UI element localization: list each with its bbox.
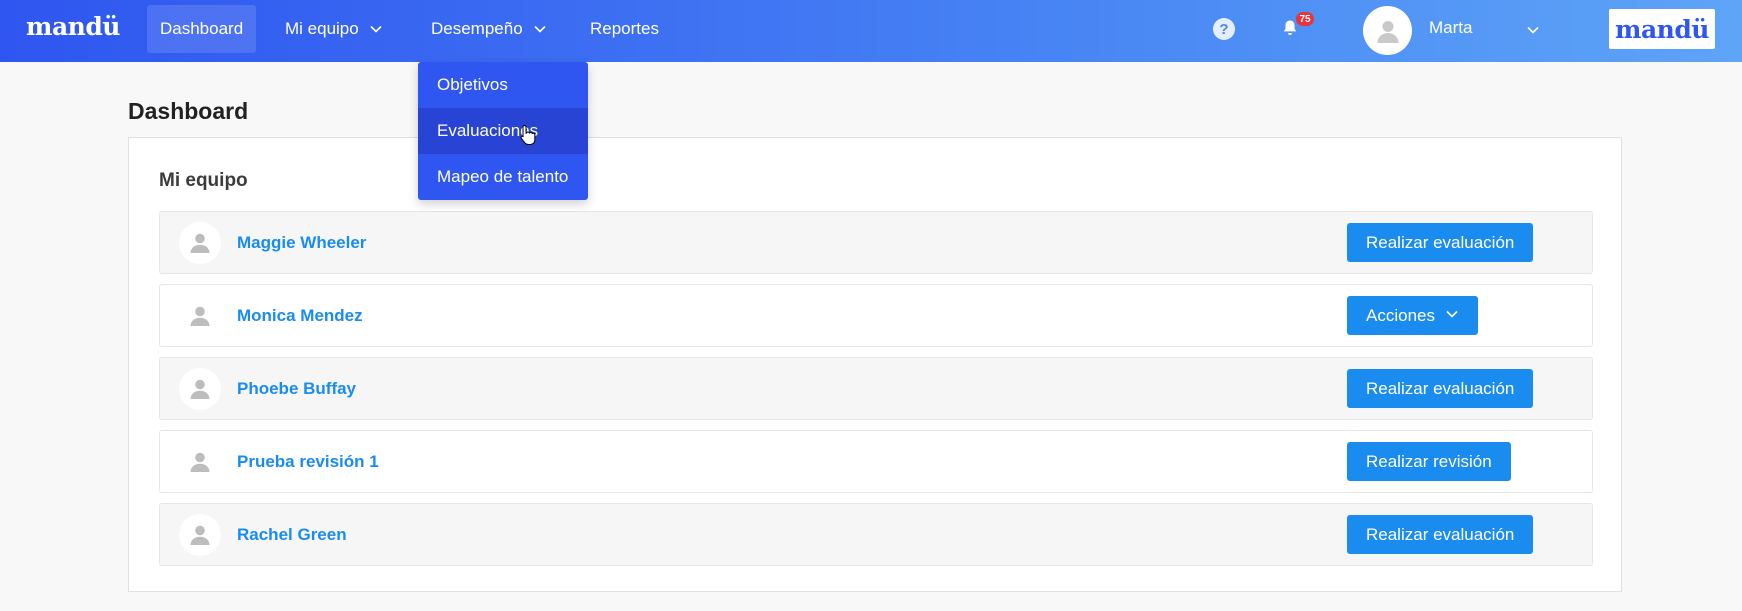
user-avatar-icon bbox=[190, 233, 210, 253]
menu-item-mapeo-de-talento[interactable]: Mapeo de talento bbox=[418, 154, 588, 200]
top-navbar: mandü Dashboard Mi equipo Desempeño Repo… bbox=[0, 0, 1742, 62]
nav-dashboard[interactable]: Dashboard bbox=[147, 5, 257, 53]
member-avatar bbox=[179, 441, 221, 483]
nav-desempeno[interactable]: Desempeño bbox=[418, 5, 560, 53]
acciones-dropdown-button[interactable]: Acciones bbox=[1347, 296, 1478, 335]
team-member-row: Rachel Green Realizar evaluación bbox=[159, 503, 1593, 566]
team-member-row: Phoebe Buffay Realizar evaluación bbox=[159, 357, 1593, 420]
panel-title: Mi equipo bbox=[159, 170, 248, 191]
user-avatar[interactable] bbox=[1363, 6, 1412, 55]
nav-desempeno-label: Desempeño bbox=[431, 19, 523, 38]
button-label: Realizar evaluación bbox=[1366, 378, 1515, 398]
member-avatar bbox=[179, 222, 221, 264]
realizar-evaluacion-button[interactable]: Realizar evaluación bbox=[1347, 515, 1534, 554]
chevron-down-icon[interactable] bbox=[1526, 23, 1540, 42]
member-name-link[interactable]: Rachel Green bbox=[237, 525, 347, 545]
chevron-down-icon bbox=[1445, 306, 1459, 326]
member-avatar bbox=[179, 514, 221, 556]
help-icon[interactable]: ? bbox=[1213, 18, 1235, 40]
team-member-row: Monica Mendez Acciones bbox=[159, 284, 1593, 347]
chevron-down-icon bbox=[369, 22, 383, 36]
realizar-revision-button[interactable]: Realizar revisión bbox=[1347, 442, 1511, 481]
menu-item-objetivos[interactable]: Objetivos bbox=[418, 62, 588, 108]
nav-dashboard-label: Dashboard bbox=[160, 19, 244, 38]
realizar-evaluacion-button[interactable]: Realizar evaluación bbox=[1347, 223, 1534, 262]
team-member-row: Maggie Wheeler Realizar evaluación bbox=[159, 211, 1593, 274]
nav-reportes-label: Reportes bbox=[590, 19, 659, 38]
notifications-button[interactable]: 75 bbox=[1280, 12, 1320, 44]
notification-count-badge: 75 bbox=[1296, 12, 1314, 26]
user-avatar-icon bbox=[190, 379, 210, 399]
member-name-link[interactable]: Monica Mendez bbox=[237, 306, 363, 326]
button-label: Realizar evaluación bbox=[1366, 524, 1515, 544]
desempeno-dropdown-menu: Objetivos Evaluaciones Mapeo de talento bbox=[418, 62, 588, 200]
user-avatar-icon bbox=[190, 525, 210, 545]
user-avatar-icon bbox=[190, 306, 210, 326]
user-name[interactable]: Marta bbox=[1429, 18, 1472, 38]
nav-reportes[interactable]: Reportes bbox=[577, 5, 672, 53]
team-member-row: Prueba revisión 1 Realizar revisión bbox=[159, 430, 1593, 493]
member-name-link[interactable]: Phoebe Buffay bbox=[237, 379, 356, 399]
button-label: Acciones bbox=[1366, 305, 1435, 325]
member-name-link[interactable]: Maggie Wheeler bbox=[237, 233, 366, 253]
button-label: Realizar evaluación bbox=[1366, 232, 1515, 252]
menu-item-evaluaciones[interactable]: Evaluaciones bbox=[418, 108, 588, 154]
nav-mi-equipo-label: Mi equipo bbox=[285, 19, 359, 38]
brand-logo[interactable]: mandü bbox=[26, 12, 120, 41]
realizar-evaluacion-button[interactable]: Realizar evaluación bbox=[1347, 369, 1534, 408]
member-avatar bbox=[179, 368, 221, 410]
nav-mi-equipo[interactable]: Mi equipo bbox=[272, 5, 396, 53]
user-avatar-icon bbox=[190, 452, 210, 472]
member-avatar bbox=[179, 295, 221, 337]
page-title: Dashboard bbox=[128, 98, 249, 124]
button-label: Realizar revisión bbox=[1366, 451, 1492, 471]
member-name-link[interactable]: Prueba revisión 1 bbox=[237, 452, 379, 472]
hand-cursor-icon bbox=[520, 124, 536, 145]
team-panel: Mi equipo Maggie Wheeler Realizar evalua… bbox=[128, 137, 1622, 592]
user-avatar-icon bbox=[1377, 20, 1398, 43]
company-logo: mandü bbox=[1609, 9, 1715, 49]
chevron-down-icon bbox=[533, 22, 547, 36]
